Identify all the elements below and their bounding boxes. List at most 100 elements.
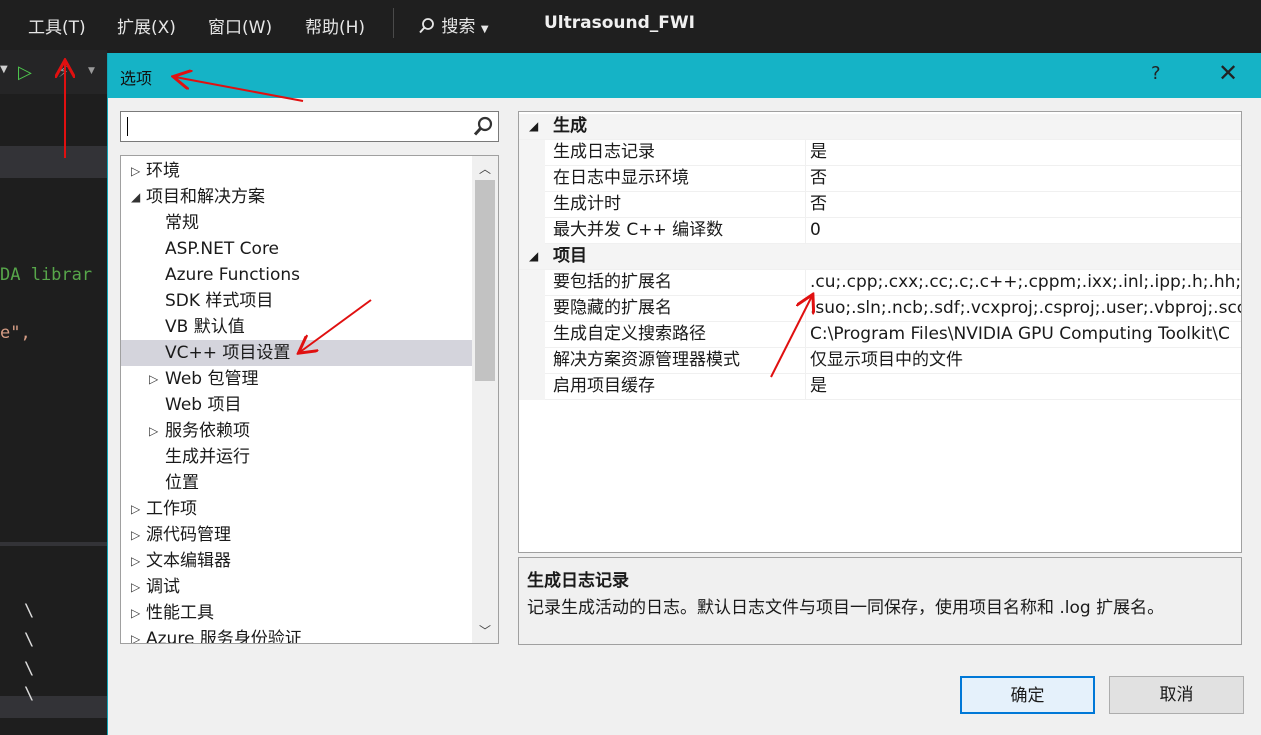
column-divider <box>805 322 806 348</box>
tree-item[interactable]: 常规 <box>121 210 472 236</box>
property-value[interactable]: 否 <box>810 192 827 217</box>
tree-item[interactable]: Azure Functions <box>121 262 472 288</box>
property-value[interactable]: C:\Program Files\NVIDIA GPU Computing To… <box>810 322 1230 347</box>
tree-item[interactable]: ▷ 环境 <box>121 158 472 184</box>
options-search-input[interactable] <box>120 111 499 142</box>
collapsed-icon[interactable]: ▷ <box>131 548 140 574</box>
tree-item-label: VC++ 项目设置 <box>165 343 291 363</box>
grid-category[interactable]: ◢ 生成 <box>519 114 1241 140</box>
tree-item-label: VB 默认值 <box>165 317 245 337</box>
property-value[interactable]: 是 <box>810 140 827 165</box>
scrollbar-thumb[interactable] <box>475 180 495 381</box>
collapsed-icon[interactable]: ▷ <box>131 496 140 522</box>
collapsed-icon[interactable]: ▷ <box>131 626 140 643</box>
ok-button[interactable]: 确定 <box>960 676 1095 714</box>
collapsed-icon[interactable]: ▷ <box>149 418 158 444</box>
expanded-icon[interactable]: ◢ <box>529 114 538 139</box>
collapsed-icon[interactable]: ▷ <box>131 522 140 548</box>
grid-category-label: 生成 <box>553 116 587 136</box>
collapsed-icon[interactable]: ▷ <box>131 574 140 600</box>
grid-row[interactable]: 启用项目缓存 是 <box>519 374 1241 400</box>
grid-margin <box>519 374 545 400</box>
close-button[interactable]: ✕ <box>1218 59 1238 87</box>
cancel-button[interactable]: 取消 <box>1109 676 1244 714</box>
tree-item[interactable]: ▷ 文本编辑器 <box>121 548 472 574</box>
property-grid[interactable]: ◢ 生成 生成日志记录是在日志中显示环境否生成计时否最大并发 C++ 编译数 0 ◢ 项目… <box>518 111 1242 553</box>
menu-tools[interactable]: 工具(T) <box>28 13 86 38</box>
menu-help[interactable]: 帮助(H) <box>305 13 365 38</box>
dropdown-arrow-icon[interactable]: ▼ <box>88 66 95 76</box>
tree-item[interactable]: ▷ 工作项 <box>121 496 472 522</box>
tree-item[interactable]: ▷ 服务依赖项 <box>121 418 472 444</box>
editor-scrollbar[interactable] <box>0 696 107 718</box>
tree-item[interactable]: 位置 <box>121 470 472 496</box>
property-value[interactable]: 是 <box>810 374 827 399</box>
tree-item[interactable]: SDK 样式项目 <box>121 288 472 314</box>
grid-row[interactable]: 最大并发 C++ 编译数 0 <box>519 218 1241 244</box>
code-editor[interactable] <box>0 94 107 735</box>
column-divider <box>805 296 806 322</box>
grid-margin <box>519 296 545 322</box>
property-name: 最大并发 C++ 编译数 <box>553 220 724 240</box>
grid-category-label: 项目 <box>553 246 587 266</box>
dropdown-arrow-icon[interactable]: ▼ <box>0 64 8 75</box>
tree-item[interactable]: Web 项目 <box>121 392 472 418</box>
code-line: \ <box>24 630 35 650</box>
collapsed-icon[interactable]: ▷ <box>131 600 140 626</box>
property-value[interactable]: 否 <box>810 166 827 191</box>
tree-item[interactable]: ▷ Web 包管理 <box>121 366 472 392</box>
dialog-title-bar[interactable]: 选项 ? ✕ <box>108 53 1261 98</box>
tree-item[interactable]: ▷ 源代码管理 <box>121 522 472 548</box>
tree-item-label: Web 包管理 <box>165 369 259 389</box>
property-value[interactable]: 0 <box>810 218 821 243</box>
tree-item[interactable]: ▷ Azure 服务身份验证 <box>121 626 472 643</box>
property-name: 生成自定义搜索路径 <box>553 324 706 344</box>
collapsed-icon[interactable]: ▷ <box>149 366 158 392</box>
grid-category[interactable]: ◢ 项目 <box>519 244 1241 270</box>
menu-search[interactable]: 搜索 ▼ <box>418 12 489 37</box>
grid-row[interactable]: 在日志中显示环境 否 <box>519 166 1241 192</box>
grid-margin <box>519 140 545 166</box>
tree-item[interactable]: VB 默认值 <box>121 314 472 340</box>
property-value[interactable]: 仅显示项目中的文件 <box>810 348 963 373</box>
tree-item[interactable]: ▷ 性能工具 <box>121 600 472 626</box>
property-value[interactable]: .cu;.cpp;.cxx;.cc;.c;.c++;.cppm;.ixx;.in… <box>810 270 1241 295</box>
expanded-icon[interactable]: ◢ <box>131 184 140 210</box>
menu-extensions[interactable]: 扩展(X) <box>117 13 176 38</box>
hot-reload-icon[interactable]: ⚡ <box>58 62 69 81</box>
grid-row[interactable]: 生成日志记录 是 <box>519 140 1241 166</box>
tree-item-label: 调试 <box>146 577 180 597</box>
grid-row[interactable]: 生成计时 否 <box>519 192 1241 218</box>
search-icon <box>419 18 434 34</box>
tree-item-label: 工作项 <box>146 499 197 519</box>
grid-row[interactable]: 要隐藏的扩展名 .suo;.sln;.ncb;.sdf;.vcxproj;.csp… <box>519 296 1241 322</box>
menu-window[interactable]: 窗口(W) <box>208 13 272 38</box>
menu-separator <box>393 8 394 38</box>
tree-item[interactable]: ▷ 调试 <box>121 574 472 600</box>
tree-item[interactable]: 生成并运行 <box>121 444 472 470</box>
tree-item-label: ASP.NET Core <box>165 239 280 259</box>
code-line: e", <box>0 323 31 343</box>
tree-scrollbar[interactable]: ︿ ﹀ <box>472 156 498 643</box>
tree-item[interactable]: VC++ 项目设置 <box>121 340 472 366</box>
start-debugging-icon[interactable]: ▷ <box>18 62 32 83</box>
property-name: 生成日志记录 <box>553 142 655 162</box>
grid-row[interactable]: 解决方案资源管理器模式 仅显示项目中的文件 <box>519 348 1241 374</box>
grid-row[interactable]: 要包括的扩展名 .cu;.cpp;.cxx;.cc;.c;.c++;.cppm;.… <box>519 270 1241 296</box>
grid-row[interactable]: 生成自定义搜索路径 C:\Program Files\NVIDIA GPU Com… <box>519 322 1241 348</box>
tree-item[interactable]: ◢ 项目和解决方案 <box>121 184 472 210</box>
scroll-up-icon[interactable]: ︿ <box>479 160 491 177</box>
tree-item-label: SDK 样式项目 <box>165 291 274 311</box>
search-icon[interactable] <box>472 115 494 137</box>
collapsed-icon[interactable]: ▷ <box>131 158 140 184</box>
property-name: 解决方案资源管理器模式 <box>553 350 740 370</box>
options-tree[interactable]: ▷ 环境 ◢ 项目和解决方案 常规 ASP.NET Core Azure Functions… <box>120 155 499 644</box>
property-value[interactable]: .suo;.sln;.ncb;.sdf;.vcxproj;.csproj;.us… <box>810 296 1241 321</box>
scroll-down-icon[interactable]: ﹀ <box>479 622 491 639</box>
property-description: 生成日志记录 记录生成活动的日志。默认日志文件与项目一同保存，使用项目名称和 .… <box>518 557 1242 645</box>
help-button[interactable]: ? <box>1151 63 1161 84</box>
expanded-icon[interactable]: ◢ <box>529 244 538 269</box>
tree-item[interactable]: ASP.NET Core <box>121 236 472 262</box>
column-divider <box>805 140 806 166</box>
tree-item-label: 位置 <box>165 473 199 493</box>
